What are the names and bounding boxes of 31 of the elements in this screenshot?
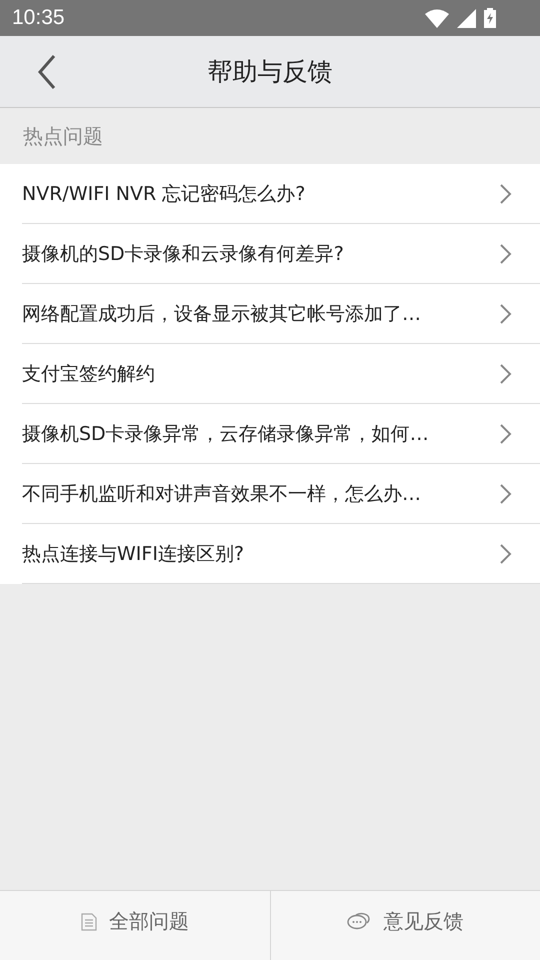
question-row[interactable]: 摄像机SD卡录像异常，云存储录像异常，如何… (22, 404, 540, 464)
battery-icon (484, 8, 496, 28)
question-text: 热点连接与WIFI连接区别? (22, 542, 244, 566)
chevron-icon (500, 184, 512, 204)
signal-icon (457, 8, 476, 28)
chevron-icon (500, 304, 512, 324)
chevron-icon (500, 244, 512, 264)
question-text: 支付宝签约解约 (22, 362, 155, 386)
question-row[interactable]: 网络配置成功后，设备显示被其它帐号添加了… (22, 284, 540, 344)
chevron-icon (500, 364, 512, 384)
bottom-tab[interactable]: 全部问题 (0, 891, 270, 960)
section-title: 热点问题 (22, 122, 104, 150)
question-row[interactable]: NVR/WIFI NVR 忘记密码怎么办? (22, 164, 540, 224)
question-text: 摄像机的SD卡录像和云录像有何差异? (22, 242, 344, 266)
question-row[interactable]: 支付宝签约解约 (22, 344, 540, 404)
question-text: 摄像机SD卡录像异常，云存储录像异常，如何… (22, 422, 429, 446)
wifi-icon (425, 8, 449, 28)
status-time: 10:35 (12, 6, 65, 30)
question-row[interactable]: 不同手机监听和对讲声音效果不一样，怎么办… (22, 464, 540, 524)
question-text: 网络配置成功后，设备显示被其它帐号添加了… (22, 302, 421, 326)
question-row[interactable]: 摄像机的SD卡录像和云录像有何差异? (22, 224, 540, 284)
document-icon (80, 912, 97, 930)
back-icon (38, 55, 56, 89)
chevron-icon (500, 544, 512, 564)
chevron-icon (500, 424, 512, 444)
question-text: NVR/WIFI NVR 忘记密码怎么办? (22, 182, 306, 206)
question-row[interactable]: 热点连接与WIFI连接区别? (22, 524, 540, 584)
page-title: 帮助与反馈 (208, 56, 332, 88)
question-text: 不同手机监听和对讲声音效果不一样，怎么办… (22, 482, 421, 506)
chevron-icon (500, 484, 512, 504)
bottom-tab[interactable]: 意见反馈 (270, 891, 540, 960)
